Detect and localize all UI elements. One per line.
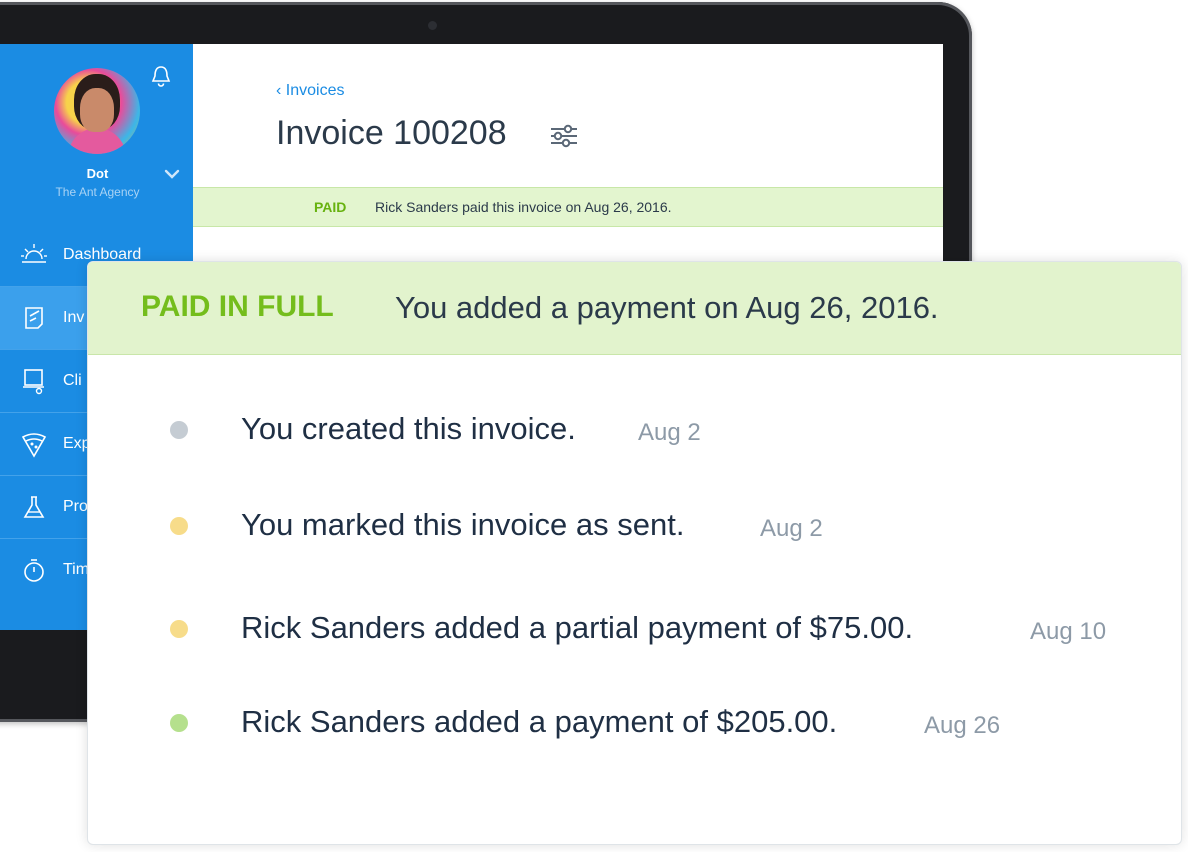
activity-event: Rick Sanders added a payment of $205.00.… — [88, 703, 1181, 743]
event-text: You marked this invoice as sent. — [241, 507, 685, 542]
status-banner: PAID Rick Sanders paid this invoice on A… — [193, 187, 943, 227]
sidebar-item-label: Cli — [63, 372, 82, 389]
back-to-invoices-link[interactable]: ‹ Invoices — [276, 82, 344, 100]
sidebar-item-label: Tim — [63, 561, 90, 578]
status-dot — [170, 517, 188, 535]
page-title: Invoice 100208 — [276, 114, 507, 152]
paid-in-full-badge: PAID IN FULL — [141, 290, 334, 323]
status-dot — [170, 421, 188, 439]
status-badge: PAID — [314, 199, 347, 215]
sidebar-item-label: Pro — [63, 498, 88, 515]
user-agency: The Ant Agency — [55, 185, 140, 199]
invoice-icon — [25, 307, 43, 329]
event-text: Rick Sanders added a payment of $205.00. — [241, 704, 838, 739]
activity-card: PAID IN FULL You added a payment on Aug … — [87, 261, 1182, 845]
event-date: Aug 2 — [760, 515, 823, 542]
event-date: Aug 2 — [638, 419, 701, 446]
status-dot — [170, 714, 188, 732]
status-message: Rick Sanders paid this invoice on Aug 26… — [375, 199, 672, 215]
event-date: Aug 10 — [1030, 618, 1107, 645]
activity-event: You created this invoice. Aug 2 — [88, 410, 1181, 450]
activity-event: You marked this invoice as sent. Aug 2 — [88, 506, 1181, 546]
sun-icon — [21, 244, 47, 263]
status-dot — [170, 620, 188, 638]
activity-header: PAID IN FULL You added a payment on Aug … — [88, 262, 1181, 355]
event-text: Rick Sanders added a partial payment of … — [241, 610, 914, 645]
timer-icon — [24, 559, 44, 582]
settings-icon[interactable] — [548, 122, 580, 150]
back-link-label: Invoices — [285, 82, 345, 99]
event-date: Aug 26 — [924, 712, 1001, 739]
avatar[interactable] — [54, 68, 140, 154]
chevron-down-icon[interactable] — [164, 168, 180, 180]
activity-headline: You added a payment on Aug 26, 2016. — [395, 290, 939, 325]
bell-icon[interactable] — [150, 64, 172, 88]
sidebar-item-label: Inv — [63, 309, 85, 326]
camera-icon — [428, 21, 437, 30]
clients-icon — [23, 369, 44, 395]
chevron-left-icon: ‹ — [276, 82, 282, 99]
projects-icon — [23, 496, 45, 518]
expenses-icon — [21, 433, 47, 458]
activity-event: Rick Sanders added a partial payment of … — [88, 609, 1181, 649]
event-text: You created this invoice. — [241, 411, 576, 446]
